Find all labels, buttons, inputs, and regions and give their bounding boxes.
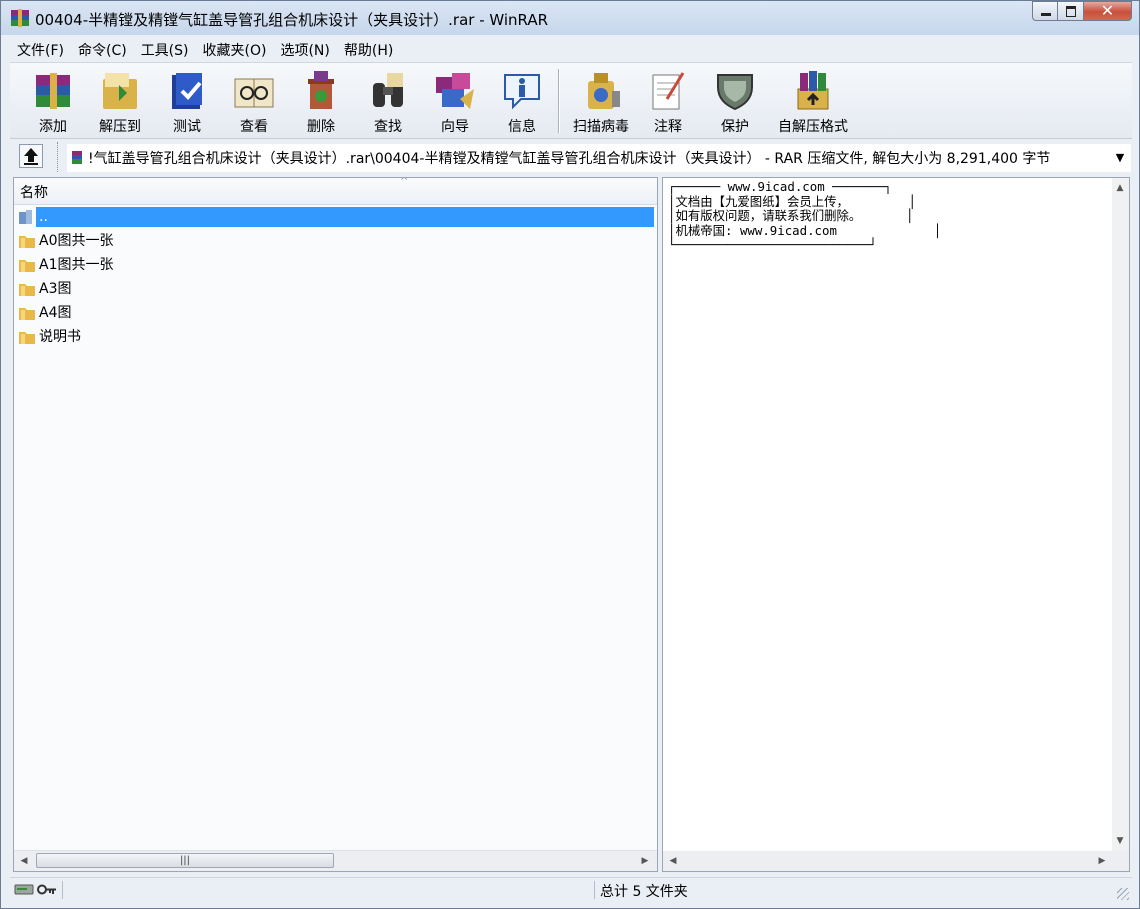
close-button[interactable]: ✕ bbox=[1084, 1, 1132, 21]
scroll-right-icon[interactable]: ▶ bbox=[1094, 853, 1110, 869]
scroll-left-icon[interactable]: ◀ bbox=[16, 853, 32, 869]
info-icon bbox=[504, 74, 540, 110]
drive-icon[interactable] bbox=[14, 883, 34, 896]
minimize-button[interactable] bbox=[1032, 1, 1058, 21]
view-icon bbox=[234, 78, 274, 108]
sfx-label: 自解压格式 bbox=[778, 119, 848, 135]
comment-vertical-scrollbar[interactable]: ▲ ▼ bbox=[1112, 178, 1129, 851]
scrollbar-grip: ||| bbox=[179, 855, 191, 866]
protect-button[interactable]: 保护 bbox=[702, 67, 766, 135]
archive-icon bbox=[72, 151, 82, 164]
list-item[interactable]: A0图共一张 bbox=[14, 229, 657, 253]
info-button[interactable]: 信息 bbox=[489, 67, 553, 135]
list-item-name: A3图 bbox=[39, 281, 72, 297]
list-item-name: .. bbox=[36, 207, 654, 227]
menu-file[interactable]: 文件(F) bbox=[10, 38, 71, 60]
menu-options[interactable]: 选项(N) bbox=[273, 38, 336, 60]
list-item[interactable]: A4图 bbox=[14, 301, 657, 325]
address-separator bbox=[57, 142, 60, 172]
protect-label: 保护 bbox=[721, 119, 749, 135]
title-bar[interactable]: 00404-半精镗及精镗气缸盖导管孔组合机床设计（夹具设计）.rar - Win… bbox=[1, 1, 1139, 35]
test-button[interactable]: 测试 bbox=[154, 67, 218, 135]
comment-icon bbox=[652, 72, 685, 110]
winrar-window: 00404-半精镗及精镗气缸盖导管孔组合机床设计（夹具设计）.rar - Win… bbox=[0, 0, 1140, 909]
folder-icon bbox=[19, 284, 35, 296]
comment-line: ┌────── www.9icad.com ───────┐ bbox=[668, 179, 892, 194]
file-list-pane: 名称 ^ .. A0图共一张 A1图共一张 A3图 A4图 说明书 ◀ ||| … bbox=[13, 177, 658, 872]
extract-to-icon bbox=[103, 73, 137, 109]
virus-scan-icon bbox=[588, 73, 620, 109]
list-item[interactable]: A1图共一张 bbox=[14, 253, 657, 277]
status-summary: 总计 5 文件夹 bbox=[600, 884, 688, 900]
menu-favorites[interactable]: 收藏夹(O) bbox=[196, 38, 274, 60]
close-icon: ✕ bbox=[1100, 1, 1115, 20]
file-list-horizontal-scrollbar[interactable]: ◀ ||| ▶ bbox=[14, 850, 657, 871]
scroll-up-icon[interactable]: ▲ bbox=[1112, 180, 1128, 196]
sfx-icon bbox=[797, 71, 829, 110]
list-item-name: A1图共一张 bbox=[39, 257, 114, 273]
list-item-name: A4图 bbox=[39, 305, 72, 321]
find-icon bbox=[373, 73, 403, 107]
menu-help[interactable]: 帮助(H) bbox=[337, 38, 400, 60]
window-title: 00404-半精镗及精镗气缸盖导管孔组合机床设计（夹具设计）.rar - Win… bbox=[35, 11, 549, 29]
list-item[interactable]: 说明书 bbox=[14, 325, 657, 349]
menu-tools[interactable]: 工具(S) bbox=[134, 38, 196, 60]
sfx-button[interactable]: 自解压格式 bbox=[778, 67, 848, 135]
delete-button[interactable]: 删除 bbox=[288, 67, 352, 135]
menu-commands[interactable]: 命令(C) bbox=[71, 38, 134, 60]
comment-button[interactable]: 注释 bbox=[635, 67, 699, 135]
virus-scan-button[interactable]: 扫描病毒 bbox=[568, 67, 632, 135]
list-item-parent[interactable]: .. bbox=[14, 205, 657, 229]
maximize-button[interactable] bbox=[1058, 1, 1084, 21]
address-path: !气缸盖导管孔组合机床设计（夹具设计）.rar\00404-半精镗及精镗气缸盖导… bbox=[88, 151, 1051, 167]
address-field[interactable]: !气缸盖导管孔组合机床设计（夹具设计）.rar\00404-半精镗及精镗气缸盖导… bbox=[67, 144, 1131, 172]
address-bar: !气缸盖导管孔组合机床设计（夹具设计）.rar\00404-半精镗及精镗气缸盖导… bbox=[10, 140, 1132, 174]
resize-grip-icon[interactable] bbox=[1117, 888, 1129, 900]
protect-icon bbox=[717, 74, 753, 111]
up-arrow-icon bbox=[24, 148, 38, 165]
name-column-label: 名称 bbox=[20, 185, 48, 201]
status-bar: 总计 5 文件夹 bbox=[10, 877, 1132, 902]
list-item[interactable]: A3图 bbox=[14, 277, 657, 301]
test-icon bbox=[172, 73, 202, 109]
folder-icon bbox=[19, 308, 35, 320]
sort-ascending-icon: ^ bbox=[400, 177, 409, 187]
list-item-name: A0图共一张 bbox=[39, 233, 114, 249]
add-button[interactable]: 添加 bbox=[20, 67, 84, 135]
comment-line: │文档由【九爱图纸】会员上传， │ bbox=[668, 193, 917, 209]
toolbar: 添加 解压到 测试 查看 删除 查找 向导 信息 扫描病毒 注释 保护 自解压格… bbox=[10, 62, 1132, 139]
comment-line: │如有版权问题，请联系我们删除。 │ bbox=[668, 208, 914, 224]
scroll-down-icon[interactable]: ▼ bbox=[1112, 833, 1128, 849]
status-separator bbox=[594, 881, 595, 899]
scrollbar-corner bbox=[1112, 851, 1129, 871]
comment-line: │机械帝国: www.9icad.com │ bbox=[668, 222, 942, 238]
archive-comment: ┌────── www.9icad.com ───────┐ │文档由【九爱图纸… bbox=[668, 179, 942, 253]
scroll-right-icon[interactable]: ▶ bbox=[637, 853, 653, 869]
menu-bar: 文件(F) 命令(C) 工具(S) 收藏夹(O) 选项(N) 帮助(H) bbox=[10, 38, 400, 60]
scroll-left-icon[interactable]: ◀ bbox=[665, 853, 681, 869]
status-separator bbox=[62, 881, 63, 899]
info-label: 信息 bbox=[508, 119, 536, 135]
folder-icon bbox=[19, 260, 35, 272]
parent-folder-icon bbox=[19, 210, 32, 224]
extract-to-button[interactable]: 解压到 bbox=[87, 67, 151, 135]
comment-line: └──────────────────────────┘ bbox=[668, 237, 877, 253]
wizard-button[interactable]: 向导 bbox=[422, 67, 486, 135]
delete-icon bbox=[308, 71, 334, 109]
wizard-icon bbox=[436, 73, 474, 109]
add-archive-icon bbox=[36, 73, 70, 109]
comment-pane: ┌────── www.9icad.com ───────┐ │文档由【九爱图纸… bbox=[662, 177, 1130, 872]
winrar-icon[interactable] bbox=[10, 9, 30, 27]
view-button[interactable]: 查看 bbox=[221, 67, 285, 135]
address-dropdown-icon[interactable]: ▼ bbox=[1112, 149, 1128, 167]
find-button[interactable]: 查找 bbox=[355, 67, 419, 135]
folder-icon bbox=[19, 332, 35, 344]
key-icon[interactable] bbox=[37, 884, 57, 895]
folder-icon bbox=[19, 236, 35, 248]
name-column-header[interactable]: 名称 ^ bbox=[14, 178, 657, 205]
list-item-name: 说明书 bbox=[39, 329, 81, 345]
up-folder-button[interactable] bbox=[19, 144, 43, 168]
scrollbar-thumb[interactable]: ||| bbox=[36, 853, 334, 868]
comment-horizontal-scrollbar[interactable]: ◀ ▶ bbox=[663, 851, 1112, 871]
